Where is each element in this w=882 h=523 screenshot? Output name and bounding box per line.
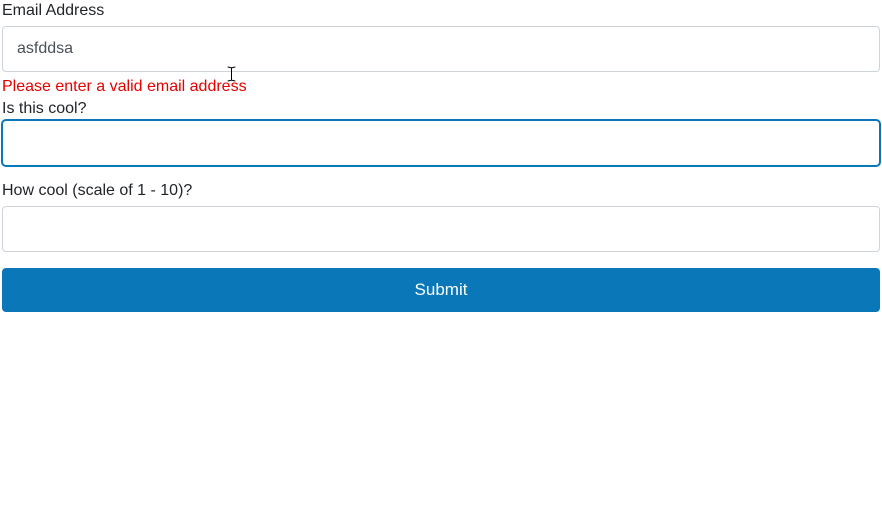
- cool-field[interactable]: [2, 120, 880, 166]
- email-group: Email Address Please enter a valid email…: [2, 2, 880, 96]
- cool-group: Is this cool?: [2, 100, 880, 166]
- scale-label: How cool (scale of 1 - 10)?: [2, 182, 880, 200]
- email-field[interactable]: [2, 26, 880, 72]
- scale-field[interactable]: [2, 206, 880, 252]
- scale-group: How cool (scale of 1 - 10)?: [2, 182, 880, 252]
- email-label: Email Address: [2, 2, 880, 20]
- email-error: Please enter a valid email address: [2, 78, 880, 96]
- submit-button[interactable]: Submit: [2, 268, 880, 312]
- cool-label: Is this cool?: [2, 100, 880, 118]
